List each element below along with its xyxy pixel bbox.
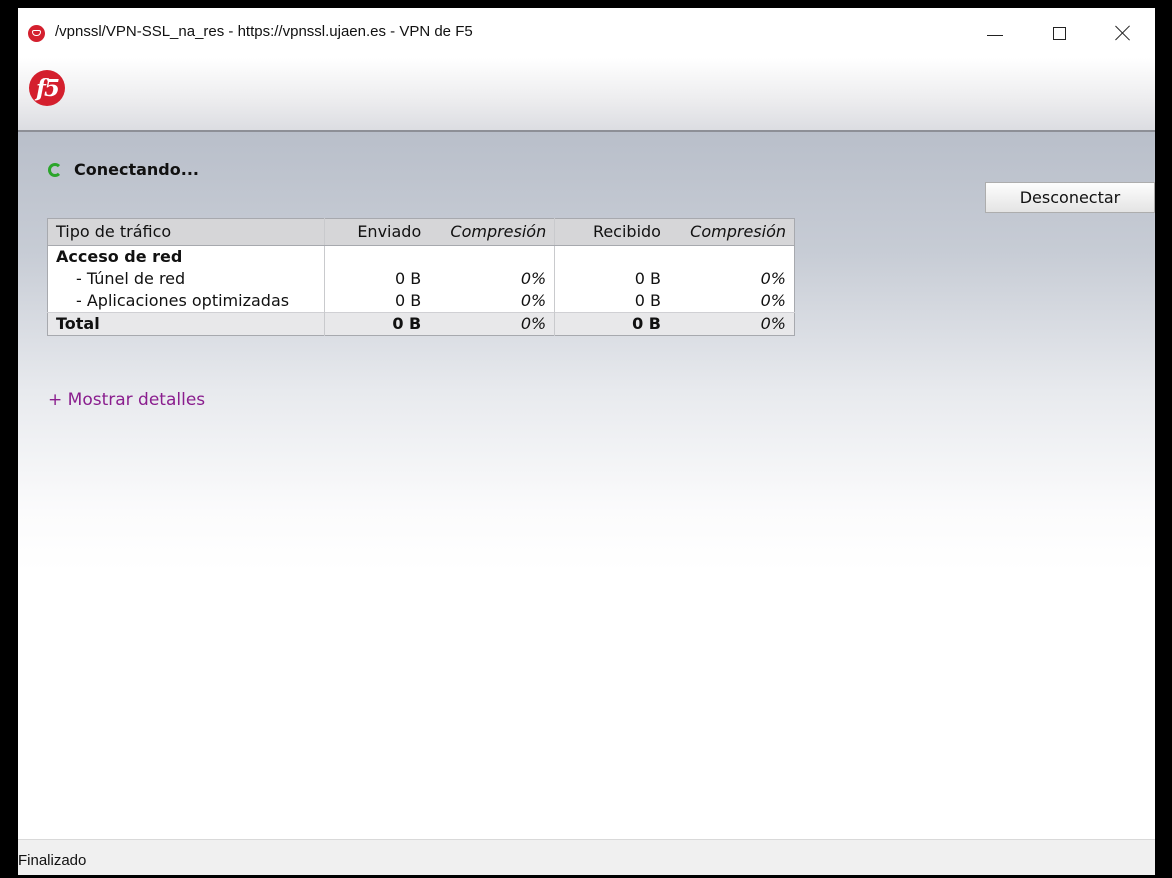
loading-spinner-icon bbox=[48, 162, 62, 177]
total-row: Total 0 B 0% 0 B 0% bbox=[47, 312, 795, 336]
total-received: 0 B bbox=[554, 312, 669, 336]
status-bar: Finalizado bbox=[18, 839, 1155, 875]
row-sent: 0 B bbox=[394, 269, 422, 288]
row-sent-compression: 0% bbox=[429, 268, 556, 290]
row-label: - Túnel de red bbox=[47, 268, 326, 290]
table-row: - Túnel de red 0 B 0% 0 B 0% bbox=[47, 268, 795, 290]
row-received-compression: 0% bbox=[760, 269, 786, 288]
table-row: - Aplicaciones optimizadas 0 B 0% 0 B 0% bbox=[47, 290, 795, 313]
title-bar[interactable]: /vpnssl/VPN-SSL_na_res - https://vpnssl.… bbox=[18, 8, 1155, 58]
row-received-compression: 0% bbox=[760, 291, 786, 310]
total-received-compression: 0% bbox=[668, 312, 795, 336]
minimize-button[interactable] bbox=[963, 8, 1027, 58]
section-row: Acceso de red bbox=[47, 245, 795, 268]
header-received-compression: Compresión bbox=[668, 218, 795, 246]
row-label: - Aplicaciones optimizadas bbox=[47, 290, 326, 313]
total-label: Total bbox=[47, 312, 326, 336]
traffic-table: Tipo de tráfico Enviado Compresión Recib… bbox=[47, 218, 795, 336]
disconnect-button[interactable]: Desconectar bbox=[985, 182, 1155, 213]
header-received: Recibido bbox=[554, 218, 669, 246]
header-sent: Enviado bbox=[324, 218, 430, 246]
row-sent-compression: 0% bbox=[429, 290, 556, 313]
vpn-window: /vpnssl/VPN-SSL_na_res - https://vpnssl.… bbox=[18, 8, 1155, 875]
header-sent-compression: Compresión bbox=[429, 218, 556, 246]
close-button[interactable] bbox=[1091, 8, 1155, 58]
section-label: Acceso de red bbox=[47, 245, 326, 268]
row-received: 0 B bbox=[634, 291, 661, 310]
main-content: Conectando... Desconectar Tipo de tráfic… bbox=[18, 132, 1155, 839]
table-header-row: Tipo de tráfico Enviado Compresión Recib… bbox=[47, 218, 795, 246]
header-banner: f5 bbox=[18, 58, 1155, 132]
row-sent: 0 B bbox=[394, 291, 422, 310]
maximize-icon bbox=[1052, 26, 1066, 40]
minimize-icon bbox=[987, 34, 1003, 36]
maximize-button[interactable] bbox=[1027, 8, 1091, 58]
f5-shield-icon bbox=[28, 25, 45, 42]
connection-status: Conectando... bbox=[48, 160, 199, 179]
show-details-link[interactable]: + Mostrar detalles bbox=[48, 390, 205, 410]
window-title: /vpnssl/VPN-SSL_na_res - https://vpnssl.… bbox=[55, 23, 473, 40]
row-received: 0 B bbox=[634, 269, 661, 288]
total-sent-compression: 0% bbox=[429, 312, 556, 336]
header-traffic-type: Tipo de tráfico bbox=[47, 218, 326, 246]
close-icon bbox=[1115, 25, 1131, 41]
f5-logo: f5 bbox=[29, 70, 65, 106]
status-bar-text: Finalizado bbox=[18, 852, 87, 869]
total-sent: 0 B bbox=[324, 312, 430, 336]
status-text: Conectando... bbox=[74, 160, 199, 179]
